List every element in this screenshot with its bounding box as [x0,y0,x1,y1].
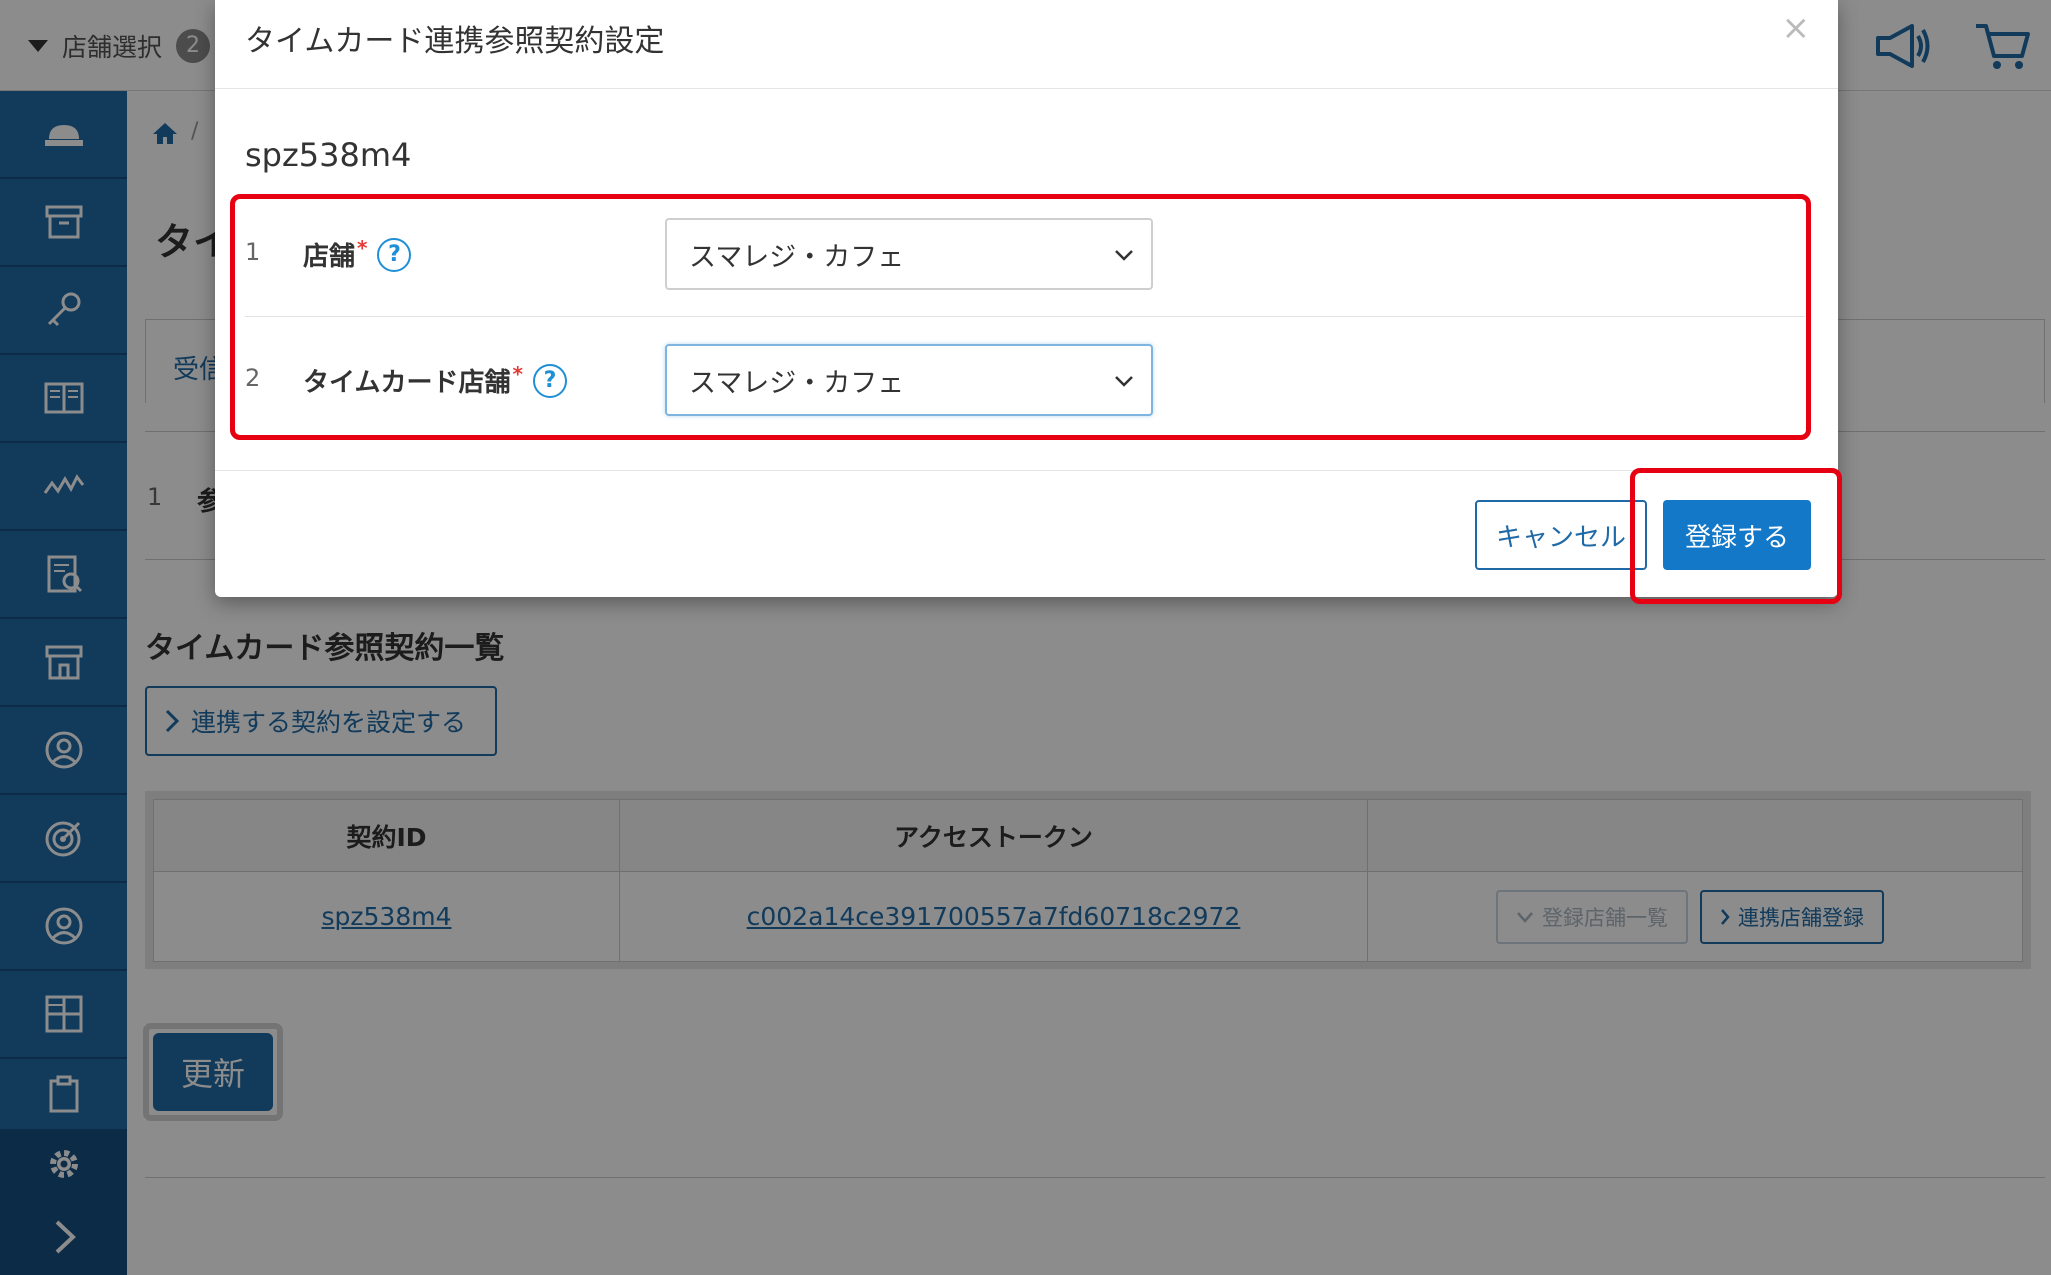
divider [215,88,1838,89]
divider [215,470,1838,471]
close-icon[interactable]: × [1782,8,1811,48]
modal-title: タイムカード連携参照契約設定 [245,24,665,59]
form-highlight-box [230,194,1811,440]
modal-contract-id: spz538m4 [245,136,412,174]
cancel-button[interactable]: キャンセル [1475,500,1647,570]
submit-highlight-box [1630,468,1842,604]
